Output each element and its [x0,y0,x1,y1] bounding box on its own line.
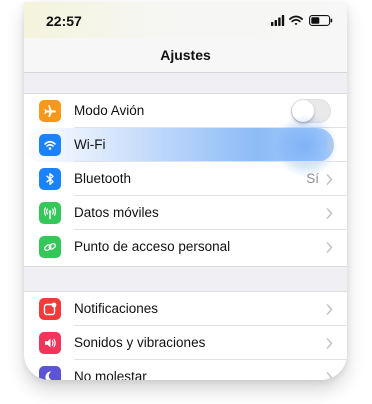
battery-icon [309,15,333,26]
chevron-right-icon [326,140,333,151]
settings-row-label: No molestar [74,369,147,380]
chevron-right-icon [326,338,333,349]
settings-row-label: Wi-Fi [74,137,106,152]
settings-row-personal-hotspot[interactable]: Punto de acceso personal [24,230,347,264]
status-time: 22:57 [46,13,82,29]
bluetooth-status-value: Sí [306,171,319,186]
settings-row-bluetooth[interactable]: Bluetooth Sí [24,162,347,196]
settings-row-label: Sonidos y vibraciones [74,335,206,350]
settings-row-label: Bluetooth [74,171,132,186]
moon-icon [39,366,61,380]
settings-group-notifications: Notificaciones Sonidos y vibraciones No … [24,291,347,380]
settings-row-label: Notificaciones [74,301,159,316]
settings-row-do-not-disturb[interactable]: No molestar [24,360,347,380]
status-bar: 22:57 [24,2,347,38]
airplane-icon [39,100,61,122]
settings-row-notifications[interactable]: Notificaciones [24,292,347,326]
chevron-right-icon [326,174,333,185]
settings-row-sounds[interactable]: Sonidos y vibraciones [24,326,347,360]
notifications-icon [39,298,61,320]
settings-group-connectivity: Modo Avión Wi-Fi Bluetooth Sí Datos móvi… [24,93,347,267]
settings-row-label: Modo Avión [74,103,145,118]
page-title: Ajustes [24,38,347,73]
settings-row-mobile-data[interactable]: Datos móviles [24,196,347,230]
chevron-right-icon [326,208,333,219]
settings-row-wifi[interactable]: Wi-Fi [24,114,347,178]
speaker-icon [39,332,61,354]
antenna-icon [39,202,61,224]
chevron-right-icon [326,372,333,380]
link-icon [39,236,61,258]
settings-row-label: Punto de acceso personal [74,239,231,254]
signal-icon [271,15,285,26]
settings-row-label: Datos móviles [74,205,159,220]
chevron-right-icon [326,242,333,253]
bluetooth-icon [39,168,61,190]
phone-screen: 22:57 Ajustes Modo Avión Wi-Fi Bluetooth… [24,2,347,380]
chevron-right-icon [326,304,333,315]
wifi-icon [39,134,61,156]
tap-highlight [24,114,338,178]
wifi-status-icon [289,15,303,26]
